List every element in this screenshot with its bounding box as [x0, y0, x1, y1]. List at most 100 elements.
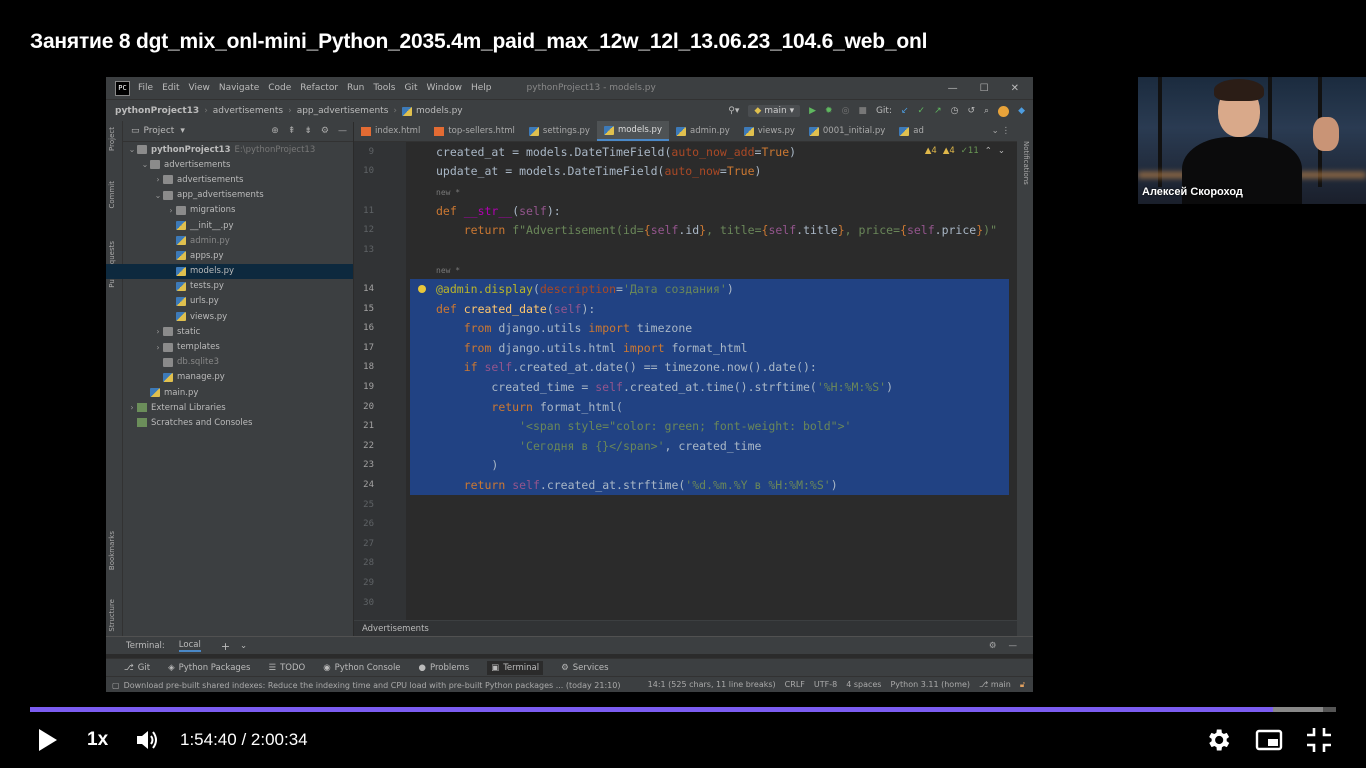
chevron-down-icon[interactable]: ⌄ — [140, 160, 150, 169]
code-line[interactable]: 22 'Сегодня в {}</span>', created_time — [354, 436, 1017, 456]
tree-item[interactable]: models.py — [106, 263, 353, 279]
editor-tab[interactable]: models.py — [596, 121, 669, 141]
tree-item[interactable]: manage.py — [123, 370, 353, 385]
code-line[interactable]: 13 — [354, 240, 1017, 260]
indent-setting[interactable]: 4 spaces — [846, 680, 881, 690]
code-line[interactable]: 28 — [354, 554, 1017, 574]
exit-fullscreen-button[interactable] — [1305, 726, 1333, 754]
close-icon[interactable]: ✕ — [1011, 83, 1019, 94]
debug-icon[interactable]: ✹ — [825, 106, 833, 116]
menu-file[interactable]: File — [138, 83, 153, 93]
video-progress-bar[interactable] — [30, 707, 1336, 712]
coverage-icon[interactable]: ◎ — [842, 106, 850, 116]
editor-tab[interactable]: views.py — [737, 121, 802, 141]
tabs-overflow[interactable]: ⌄ ⋮ — [985, 121, 1017, 141]
code-line[interactable]: 10 update_at = models.DateTimeField(auto_… — [354, 162, 1017, 182]
code-line[interactable]: 29 — [354, 573, 1017, 593]
locate-icon[interactable]: ⊕ — [271, 126, 279, 136]
code-line[interactable]: 12 return f"Advertisement(id={self.id}, … — [354, 220, 1017, 240]
code-line[interactable]: 20 return format_html( — [354, 396, 1017, 417]
tree-item[interactable]: admin.py — [123, 233, 353, 248]
menu-run[interactable]: Run — [347, 83, 364, 93]
search-icon[interactable]: ⌕ — [984, 106, 989, 116]
breadcrumb-folder[interactable]: advertisements — [213, 106, 283, 116]
code-line[interactable]: 23 ) — [354, 455, 1017, 476]
tree-item[interactable]: › static — [123, 324, 353, 339]
menu-code[interactable]: Code — [268, 83, 291, 93]
code-line[interactable]: 30 — [354, 593, 1017, 613]
editor-tab[interactable]: admin.py — [669, 121, 737, 141]
tree-item[interactable]: views.py — [123, 309, 353, 324]
code-line[interactable]: new * — [354, 181, 1017, 201]
git-commit-icon[interactable]: ✓ — [918, 106, 926, 116]
tree-item[interactable]: ⌄ app_advertisements — [123, 188, 353, 203]
tab-structure[interactable]: Structure — [108, 599, 116, 632]
chevron-down-icon[interactable]: ⌄ — [153, 191, 163, 200]
code-line[interactable]: 24 return self.created_at.strftime('%d.%… — [354, 475, 1017, 495]
tab-commit[interactable]: Commit — [108, 181, 116, 209]
chevron-up-icon[interactable]: ⌃ — [985, 146, 992, 156]
editor-tab[interactable]: ad — [892, 121, 931, 141]
gear-icon[interactable]: ⚙ — [989, 641, 997, 651]
editor-tab[interactable]: index.html — [354, 121, 427, 141]
code-line[interactable]: 19 created_time = self.created_at.time()… — [354, 377, 1017, 397]
chevron-right-icon[interactable]: › — [153, 343, 163, 352]
tree-item[interactable]: Scratches and Consoles — [123, 415, 353, 430]
tool-window-git[interactable]: ⎇ Git — [124, 663, 150, 673]
update-icon[interactable] — [998, 105, 1010, 117]
tool-window-services[interactable]: ⚙ Services — [561, 663, 608, 673]
tree-item[interactable]: main.py — [123, 385, 353, 400]
menu-refactor[interactable]: Refactor — [300, 83, 338, 93]
tab-project[interactable]: Project — [108, 127, 116, 151]
tool-window-todo[interactable]: ☰ TODO — [268, 663, 305, 673]
menu-navigate[interactable]: Navigate — [219, 83, 259, 93]
chevron-down-icon[interactable]: ▾ — [180, 126, 185, 136]
code-line[interactable]: 15 def created_date(self): — [354, 298, 1017, 319]
code-line[interactable]: 11 def __str__(self): — [354, 201, 1017, 221]
code-line[interactable]: 27 — [354, 534, 1017, 554]
menu-tools[interactable]: Tools — [373, 83, 395, 93]
menu-window[interactable]: Window — [427, 83, 463, 93]
miniplayer-button[interactable] — [1255, 726, 1283, 754]
tool-window-problems[interactable]: ● Problems — [419, 663, 470, 673]
tab-bookmarks[interactable]: Bookmarks — [108, 531, 116, 570]
new-terminal-icon[interactable]: + — [221, 640, 230, 653]
file-encoding[interactable]: UTF-8 — [814, 680, 837, 690]
tree-item[interactable]: ⌄ pythonProject13 E:\pythonProject13 — [123, 142, 353, 157]
maximize-icon[interactable]: ☐ — [980, 83, 989, 94]
hide-icon[interactable]: — — [1009, 641, 1018, 651]
tree-item[interactable]: tests.py — [123, 279, 353, 294]
hide-icon[interactable]: — — [338, 126, 347, 136]
git-branch[interactable]: ⎇ main — [979, 680, 1011, 690]
terminal-tab-local[interactable]: Local — [178, 640, 201, 652]
code-line[interactable]: new * — [354, 260, 1017, 280]
collapse-all-icon[interactable]: ⇞ — [288, 126, 296, 136]
editor-breadcrumb[interactable]: Advertisements — [354, 620, 1017, 636]
run-config-selector[interactable]: ◆ main ▾ — [748, 105, 801, 117]
tool-window-python-console[interactable]: ◉ Python Console — [323, 663, 400, 673]
inspection-widget[interactable]: ▲4 ▲4 ✓11 ⌃ ⌄ — [925, 146, 1005, 156]
run-icon[interactable]: ▶ — [809, 106, 816, 116]
minimize-icon[interactable]: — — [948, 83, 958, 94]
code-editor[interactable]: 9 created_at = models.DateTimeField(auto_… — [354, 142, 1017, 620]
tree-item[interactable]: urls.py — [123, 294, 353, 309]
menu-view[interactable]: View — [189, 83, 210, 93]
tree-item[interactable]: › advertisements — [123, 172, 353, 187]
tree-item[interactable]: › External Libraries — [123, 400, 353, 415]
chevron-right-icon[interactable]: › — [127, 403, 137, 412]
tree-item[interactable]: __init__.py — [123, 218, 353, 233]
menu-git[interactable]: Git — [404, 83, 417, 93]
breadcrumb-app[interactable]: app_advertisements — [297, 106, 389, 116]
interpreter[interactable]: Python 3.11 (home) — [890, 680, 970, 690]
lightbulb-icon[interactable] — [418, 284, 426, 293]
tree-item[interactable]: ⌄ advertisements — [123, 157, 353, 172]
menu-help[interactable]: Help — [471, 83, 492, 93]
chevron-down-icon[interactable]: ⌄ — [998, 146, 1005, 156]
code-line[interactable]: 16 from django.utils import timezone — [354, 318, 1017, 338]
tree-item[interactable]: db.sqlite3 — [123, 355, 353, 370]
git-update-icon[interactable]: ↙ — [901, 106, 909, 116]
editor-tab[interactable]: settings.py — [522, 121, 597, 141]
rollback-icon[interactable]: ↺ — [967, 106, 975, 116]
expand-all-icon[interactable]: ⇟ — [304, 126, 312, 136]
chevron-right-icon[interactable]: › — [153, 175, 163, 184]
